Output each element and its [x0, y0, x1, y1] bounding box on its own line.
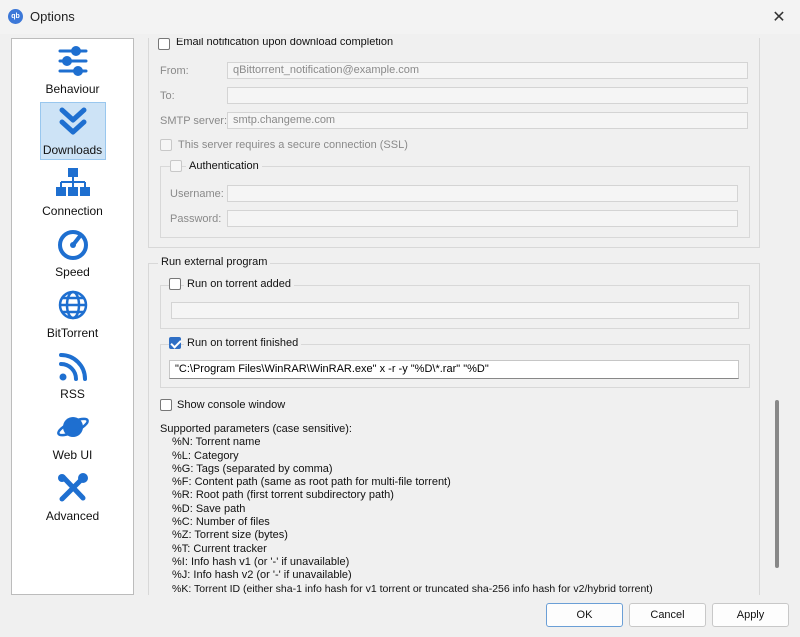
- qbittorrent-logo-icon: qb: [8, 9, 23, 24]
- smtp-server-input[interactable]: smtp.changeme.com: [227, 112, 748, 129]
- parameter-item: %N: Torrent name: [172, 436, 261, 449]
- parameter-item: %I: Info hash v1 (or '-' if unavailable): [172, 555, 350, 568]
- speedometer-icon: [58, 230, 88, 260]
- parameter-item: %J: Info hash v2 (or '-' if unavailable): [172, 569, 352, 582]
- supported-parameters-list: Supported parameters (case sensitive): %…: [160, 423, 653, 595]
- sidebar-item-downloads[interactable]: Downloads: [12, 100, 133, 161]
- window-title: Options: [30, 9, 75, 24]
- sidebar-item-label: RSS: [60, 387, 85, 401]
- password-input[interactable]: [227, 210, 738, 227]
- sidebar-item-rss[interactable]: RSS: [12, 344, 133, 405]
- parameter-item: %D: Save path: [172, 502, 246, 515]
- from-label: From:: [160, 65, 189, 77]
- authentication-group: [160, 166, 750, 238]
- tools-icon: [58, 473, 88, 502]
- sidebar-item-connection[interactable]: Connection: [12, 161, 133, 222]
- sidebar-item-speed[interactable]: Speed: [12, 222, 133, 283]
- show-console-window-label: Show console window: [177, 399, 286, 411]
- sidebar-item-web-ui[interactable]: Web UI: [12, 405, 133, 466]
- parameter-item: %C: Number of files: [172, 516, 270, 529]
- title-bar: qb Options ✕: [0, 0, 800, 34]
- to-label: To:: [160, 90, 175, 102]
- sidebar-item-label: Speed: [55, 265, 90, 279]
- ok-button[interactable]: OK: [546, 603, 623, 627]
- cancel-button[interactable]: Cancel: [629, 603, 706, 627]
- parameter-item: %G: Tags (separated by comma): [172, 462, 333, 475]
- parameter-item: %F: Content path (same as root path for …: [172, 476, 451, 489]
- sidebar-item-label: Behaviour: [45, 82, 100, 96]
- run-on-torrent-added-checkbox[interactable]: [169, 278, 181, 290]
- parameters-header: Supported parameters (case sensitive):: [160, 423, 352, 435]
- parameter-item: %Z: Torrent size (bytes): [172, 529, 288, 542]
- username-input[interactable]: [227, 185, 738, 202]
- run-external-program-title: Run external program: [158, 256, 271, 268]
- parameter-item: %R: Root path (first torrent subdirector…: [172, 489, 394, 502]
- sidebar-item-label: Advanced: [45, 509, 100, 523]
- email-notification-label: Email notification upon download complet…: [176, 38, 394, 48]
- double-chevron-down-icon: [59, 107, 87, 135]
- smtp-server-label: SMTP server:: [160, 115, 228, 127]
- authentication-label: Authentication: [186, 160, 262, 172]
- sidebar-item-label: Web UI: [52, 448, 93, 462]
- password-label: Password:: [170, 213, 222, 225]
- sidebar-item-label: BitTorrent: [46, 326, 99, 340]
- run-on-added-input[interactable]: [171, 302, 739, 319]
- globe-icon: [58, 290, 88, 320]
- run-on-torrent-finished-checkbox[interactable]: [169, 337, 181, 349]
- downloads-options-panel: Email notification upon download complet…: [140, 38, 760, 595]
- to-input[interactable]: [227, 87, 748, 104]
- sidebar-item-advanced[interactable]: Advanced: [12, 466, 133, 527]
- planet-icon: [57, 417, 89, 437]
- sidebar-item-label: Downloads: [42, 143, 103, 157]
- ssl-label: This server requires a secure connection…: [178, 139, 408, 151]
- from-input[interactable]: qBittorrent_notification@example.com: [227, 62, 748, 79]
- username-label: Username:: [170, 188, 224, 200]
- network-icon: [56, 168, 90, 196]
- authentication-checkbox[interactable]: [170, 160, 182, 172]
- email-notification-checkbox[interactable]: [158, 38, 170, 50]
- ssl-checkbox[interactable]: [160, 139, 172, 151]
- run-on-torrent-finished-label: Run on torrent finished: [184, 337, 302, 349]
- show-console-window-checkbox[interactable]: [160, 399, 172, 411]
- sidebar-item-bittorrent[interactable]: BitTorrent: [12, 283, 133, 344]
- parameter-item: %K: Torrent ID (either sha-1 info hash f…: [172, 582, 653, 595]
- sidebar-item-behaviour[interactable]: Behaviour: [12, 39, 133, 100]
- rss-icon: [59, 353, 87, 381]
- run-on-torrent-added-label: Run on torrent added: [184, 278, 294, 290]
- sliders-icon: [58, 46, 88, 76]
- apply-button[interactable]: Apply: [712, 603, 789, 627]
- close-icon[interactable]: ✕: [768, 6, 790, 28]
- run-on-finished-input[interactable]: "C:\Program Files\WinRAR\WinRAR.exe" x -…: [169, 360, 739, 379]
- parameter-item: %L: Category: [172, 449, 239, 462]
- parameter-item: %T: Current tracker: [172, 542, 267, 555]
- options-sidebar: Behaviour Downloads Connection Speed Bit…: [11, 38, 134, 595]
- scrollbar-thumb[interactable]: [775, 400, 779, 568]
- sidebar-item-label: Connection: [42, 204, 103, 218]
